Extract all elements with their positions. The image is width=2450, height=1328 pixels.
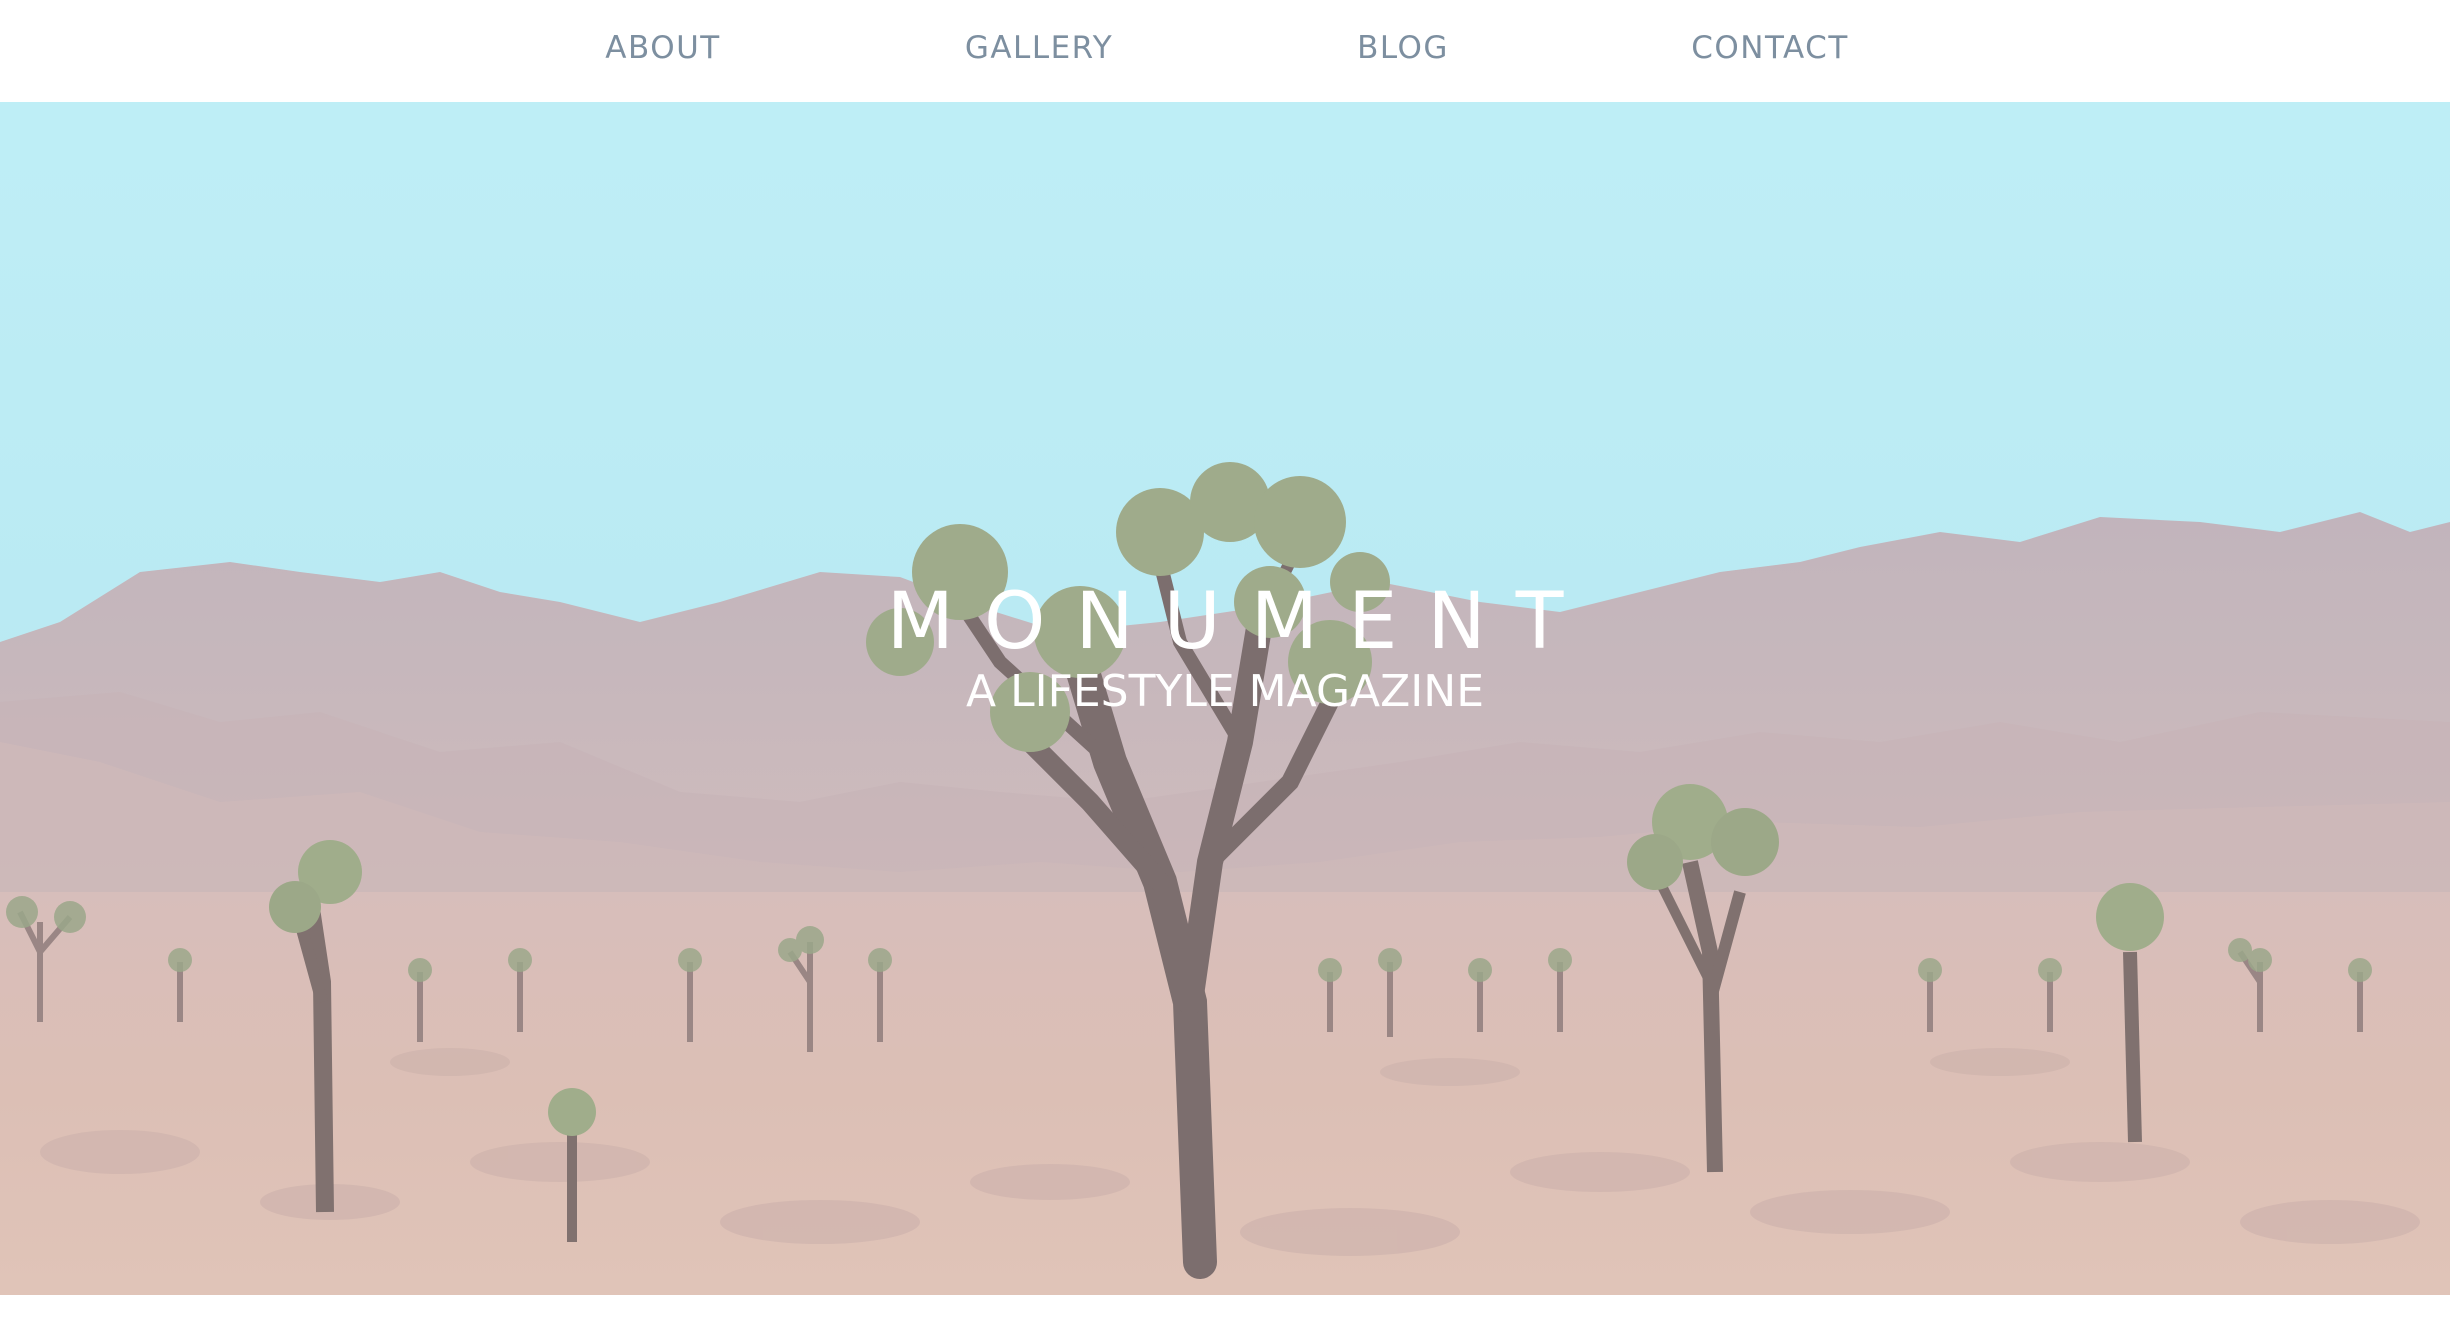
hero-subtitle: A LIFESTYLE MAGAZINE <box>966 666 1484 717</box>
nav-link-blog[interactable]: BLOG <box>1357 28 1449 68</box>
nav-link-about[interactable]: ABOUT <box>605 28 720 68</box>
nav-link-gallery[interactable]: GALLERY <box>965 28 1113 68</box>
page: ABOUT GALLERY BLOG CONTACT MONUMENT A LI… <box>0 0 2450 1328</box>
hero-section: MONUMENT A LIFESTYLE MAGAZINE <box>0 102 2450 1295</box>
hero-title: MONUMENT <box>886 577 1594 668</box>
top-navigation: ABOUT GALLERY BLOG CONTACT <box>0 0 2450 102</box>
nav-link-contact[interactable]: CONTACT <box>1691 28 1849 68</box>
